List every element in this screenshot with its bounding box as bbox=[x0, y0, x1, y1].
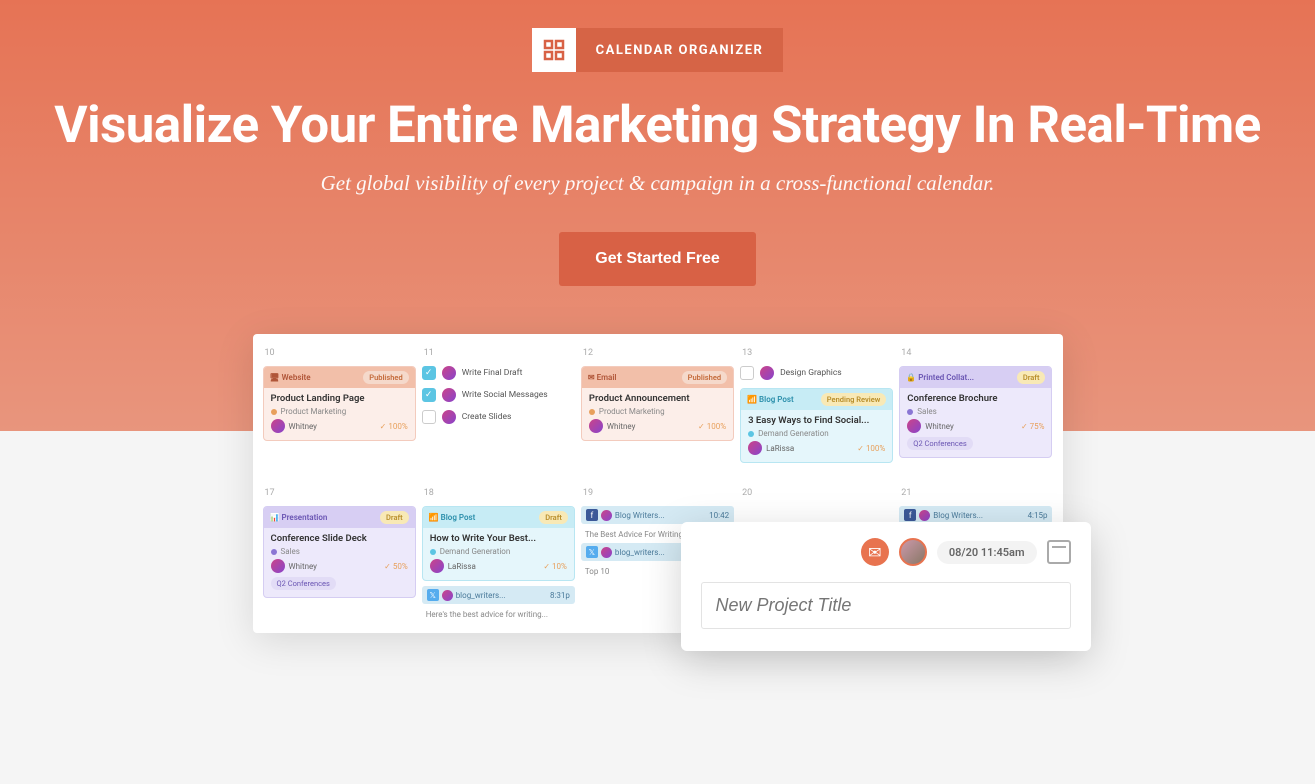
task-item[interactable]: Design Graphics bbox=[740, 366, 893, 380]
avatar bbox=[430, 559, 444, 573]
twitter-icon: 𝕏 bbox=[427, 589, 439, 601]
day-number: 11 bbox=[422, 348, 575, 358]
card-type-label: 🔒 Printed Collat... bbox=[906, 373, 974, 382]
facebook-icon: f bbox=[904, 509, 916, 521]
avatar bbox=[589, 419, 603, 433]
progress-percent: ✓ 100% bbox=[380, 422, 408, 431]
project-card-presentation[interactable]: 📊 Presentation Draft Conference Slide De… bbox=[263, 506, 416, 598]
page-headline: Visualize Your Entire Marketing Strategy… bbox=[20, 96, 1295, 155]
avatar bbox=[601, 510, 612, 521]
avatar bbox=[919, 510, 930, 521]
progress-percent: ✓ 10% bbox=[543, 562, 567, 571]
day-number: 20 bbox=[740, 488, 893, 498]
avatar bbox=[760, 366, 774, 380]
project-card-email[interactable]: ✉ Email Published Product Announcement P… bbox=[581, 366, 734, 441]
chip-preview: Here's the best advice for writing... bbox=[422, 608, 575, 623]
get-started-button[interactable]: Get Started Free bbox=[559, 232, 755, 286]
card-title: Product Announcement bbox=[589, 393, 726, 404]
card-title: Product Landing Page bbox=[271, 393, 408, 404]
progress-percent: ✓ 100% bbox=[857, 444, 885, 453]
task-item[interactable]: ✓ Write Final Draft bbox=[422, 366, 575, 380]
calendar-cell[interactable]: 11 ✓ Write Final Draft ✓ Write Social Me… bbox=[422, 348, 575, 482]
checkbox-checked-icon[interactable]: ✓ bbox=[422, 366, 436, 380]
progress-percent: ✓ 75% bbox=[1021, 422, 1045, 431]
project-card-printed[interactable]: 🔒 Printed Collat... Draft Conference Bro… bbox=[899, 366, 1052, 458]
day-number: 14 bbox=[899, 348, 1052, 358]
status-badge: Draft bbox=[1017, 371, 1046, 384]
new-project-composer: ✉ 08/20 11:45am bbox=[681, 522, 1091, 651]
day-number: 21 bbox=[899, 488, 1052, 498]
project-title-input[interactable] bbox=[701, 582, 1071, 629]
card-title: How to Write Your Best... bbox=[430, 533, 567, 544]
card-title: 3 Easy Ways to Find Social... bbox=[748, 415, 885, 426]
day-number: 19 bbox=[581, 488, 734, 498]
card-title: Conference Brochure bbox=[907, 393, 1044, 404]
checkbox-checked-icon[interactable]: ✓ bbox=[422, 388, 436, 402]
progress-percent: ✓ 100% bbox=[698, 422, 726, 431]
card-type-label: 📊 Presentation bbox=[270, 513, 328, 522]
avatar bbox=[271, 559, 285, 573]
task-item[interactable]: Create Slides bbox=[422, 410, 575, 424]
facebook-icon: f bbox=[586, 509, 598, 521]
avatar bbox=[442, 590, 453, 601]
calendar-cell[interactable]: 14 🔒 Printed Collat... Draft Conference … bbox=[899, 348, 1052, 482]
scheduled-datetime[interactable]: 08/20 11:45am bbox=[937, 541, 1037, 564]
day-number: 18 bbox=[422, 488, 575, 498]
card-title: Conference Slide Deck bbox=[271, 533, 408, 544]
avatar bbox=[271, 419, 285, 433]
badge-label: CALENDAR ORGANIZER bbox=[576, 28, 784, 72]
calendar-cell[interactable]: 12 ✉ Email Published Product Announcemen… bbox=[581, 348, 734, 482]
product-badge: CALENDAR ORGANIZER bbox=[532, 28, 784, 72]
calendar-preview: 10 🖥 Website Published Product Landing P… bbox=[253, 334, 1063, 633]
checkbox-empty-icon[interactable] bbox=[740, 366, 754, 380]
day-number: 12 bbox=[581, 348, 734, 358]
project-card-blogpost[interactable]: 📶 Blog Post Pending Review 3 Easy Ways t… bbox=[740, 388, 893, 463]
checkbox-empty-icon[interactable] bbox=[422, 410, 436, 424]
card-type-label: ✉ Email bbox=[588, 373, 617, 382]
owner-avatar[interactable] bbox=[899, 538, 927, 566]
twitter-icon: 𝕏 bbox=[586, 546, 598, 558]
card-type-label: 📶 Blog Post bbox=[429, 513, 476, 522]
project-card-blogpost[interactable]: 📶 Blog Post Draft How to Write Your Best… bbox=[422, 506, 575, 581]
email-icon[interactable]: ✉ bbox=[861, 538, 889, 566]
calendar-cell[interactable]: 17 📊 Presentation Draft Conference Slide… bbox=[263, 488, 416, 623]
chip-time: 10:42 bbox=[709, 511, 729, 520]
status-badge: Draft bbox=[539, 511, 568, 524]
task-item[interactable]: ✓ Write Social Messages bbox=[422, 388, 575, 402]
calendar-cell[interactable]: 18 📶 Blog Post Draft How to Write Your B… bbox=[422, 488, 575, 623]
avatar bbox=[442, 410, 456, 424]
grid-icon bbox=[532, 28, 576, 72]
avatar bbox=[442, 366, 456, 380]
calendar-cell[interactable]: 13 Design Graphics 📶 Blog Post Pending R… bbox=[740, 348, 893, 482]
campaign-tag[interactable]: Q2 Conferences bbox=[907, 437, 972, 450]
avatar bbox=[748, 441, 762, 455]
social-chip[interactable]: 𝕏blog_writers... 8:31p bbox=[422, 586, 575, 604]
status-badge: Pending Review bbox=[821, 393, 887, 406]
day-number: 17 bbox=[263, 488, 416, 498]
status-badge: Draft bbox=[380, 511, 409, 524]
progress-percent: ✓ 50% bbox=[384, 562, 408, 571]
day-number: 10 bbox=[263, 348, 416, 358]
card-type-label: 📶 Blog Post bbox=[747, 395, 794, 404]
page-subheadline: Get global visibility of every project &… bbox=[20, 171, 1295, 196]
chip-time: 4:15p bbox=[1028, 511, 1048, 520]
calendar-icon[interactable] bbox=[1047, 540, 1071, 564]
status-badge: Published bbox=[363, 371, 408, 384]
project-card-website[interactable]: 🖥 Website Published Product Landing Page… bbox=[263, 366, 416, 441]
hero-section: CALENDAR ORGANIZER Visualize Your Entire… bbox=[0, 0, 1315, 286]
calendar-cell[interactable]: 10 🖥 Website Published Product Landing P… bbox=[263, 348, 416, 482]
campaign-tag[interactable]: Q2 Conferences bbox=[271, 577, 336, 590]
status-badge: Published bbox=[682, 371, 727, 384]
avatar bbox=[907, 419, 921, 433]
card-type-label: 🖥 Website bbox=[270, 373, 311, 382]
day-number: 13 bbox=[740, 348, 893, 358]
avatar bbox=[442, 388, 456, 402]
chip-time: 8:31p bbox=[550, 591, 570, 600]
avatar bbox=[601, 547, 612, 558]
